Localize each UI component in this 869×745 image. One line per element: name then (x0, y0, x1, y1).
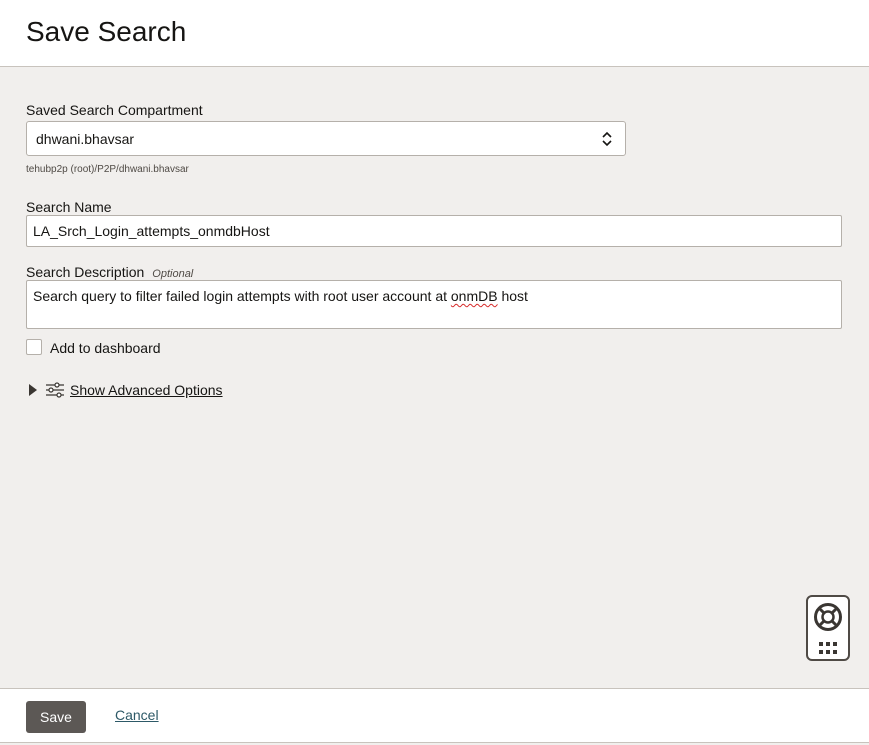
grid-icon (819, 642, 837, 654)
add-to-dashboard-checkbox[interactable] (26, 339, 42, 355)
chevron-updown-icon (602, 131, 612, 147)
save-button[interactable]: Save (26, 701, 86, 733)
search-name-label: Search Name (26, 199, 112, 215)
search-description-label: Search Description Optional (26, 264, 193, 280)
description-text-start: Search query to filter failed login atte… (33, 288, 451, 304)
compartment-label: Saved Search Compartment (26, 102, 203, 118)
show-advanced-options-toggle[interactable]: Show Advanced Options (28, 381, 223, 399)
description-spellcheck-word: onmDB (450, 288, 498, 304)
page-title: Save Search (26, 16, 187, 47)
sliders-icon (46, 382, 64, 398)
description-text-end: host (497, 288, 528, 304)
compartment-select[interactable]: dhwani.bhavsar (26, 121, 626, 156)
search-description-textarea[interactable]: Search query to filter failed login atte… (26, 280, 842, 329)
triangle-right-icon (29, 384, 37, 396)
compartment-value: dhwani.bhavsar (36, 130, 135, 147)
help-widget[interactable] (806, 595, 850, 661)
search-name-input[interactable]: LA_Srch_Login_attempts_onmdbHost (26, 215, 842, 247)
cancel-link[interactable]: Cancel (115, 707, 159, 723)
search-description-label-text: Search Description (26, 264, 145, 280)
lifebuoy-icon (814, 603, 842, 631)
compartment-path-hint: tehubp2p (root)/P2P/dhwani.bhavsar (26, 164, 189, 175)
show-advanced-options-label: Show Advanced Options (70, 382, 223, 398)
dialog-footer: Save Cancel (0, 688, 869, 743)
optional-tag: Optional (152, 268, 194, 280)
dialog-header: Save Search (0, 0, 869, 67)
add-to-dashboard-label[interactable]: Add to dashboard (50, 340, 161, 356)
